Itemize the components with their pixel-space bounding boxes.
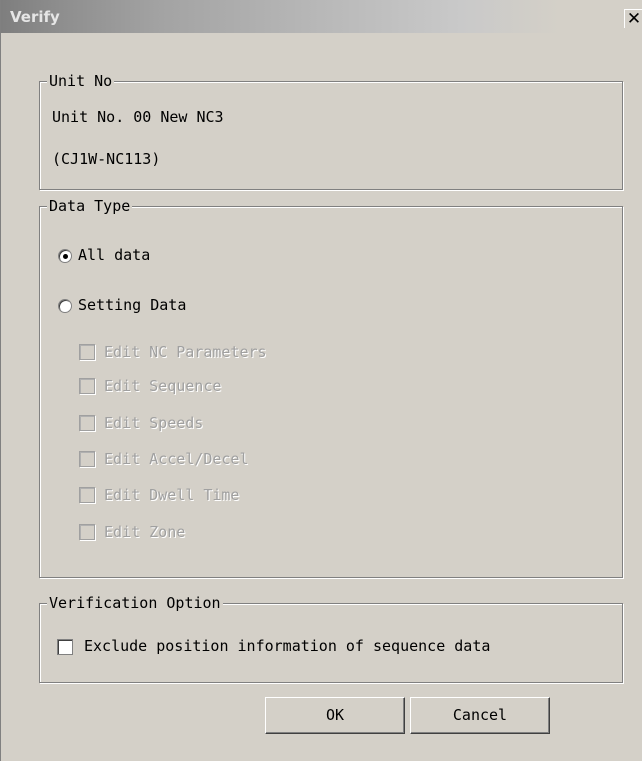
unit-no-group-border <box>39 81 623 190</box>
ok-button[interactable]: OK <box>265 697 405 734</box>
all-data-radio[interactable] <box>58 249 72 263</box>
exclude-position-checkbox[interactable] <box>57 639 73 655</box>
unit-no-group: Unit No Unit No. 00 New NC3 (CJ1W-NC113) <box>39 72 623 190</box>
verification-option-group: Verification Option Exclude position inf… <box>39 594 623 683</box>
edit-nc-parameters-label: Edit NC Parameters <box>104 343 267 361</box>
edit-sequence-label: Edit Sequence <box>104 377 222 395</box>
verify-dialog: Verify ✕ Unit No Unit No. 00 New NC3 (CJ… <box>0 0 642 761</box>
all-data-label[interactable]: All data <box>78 246 150 264</box>
edit-sequence-checkbox[interactable] <box>79 378 95 394</box>
edit-dwell-time-checkbox[interactable] <box>79 487 95 503</box>
edit-nc-parameters-checkbox[interactable] <box>79 344 95 360</box>
edit-accel-decel-checkbox[interactable] <box>79 451 95 467</box>
setting-data-label[interactable]: Setting Data <box>78 296 186 314</box>
close-icon[interactable]: ✕ <box>624 9 642 28</box>
title-bar[interactable]: Verify ✕ <box>1 0 642 33</box>
edit-accel-decel-label: Edit Accel/Decel <box>104 450 249 468</box>
edit-zone-checkbox[interactable] <box>79 524 95 540</box>
unit-name: Unit No. 00 New NC3 <box>52 108 224 126</box>
cancel-button[interactable]: Cancel <box>410 697 550 734</box>
window-title: Verify <box>10 8 60 26</box>
unit-model: (CJ1W-NC113) <box>52 150 161 168</box>
radio-selected-dot <box>63 254 68 259</box>
edit-zone-label: Edit Zone <box>104 523 186 541</box>
edit-speeds-label: Edit Speeds <box>104 414 204 432</box>
exclude-position-label[interactable]: Exclude position information of sequence… <box>84 637 490 655</box>
setting-data-radio[interactable] <box>58 299 72 313</box>
unit-no-legend: Unit No <box>47 72 115 90</box>
edit-dwell-time-label: Edit Dwell Time <box>104 486 240 504</box>
verification-option-legend: Verification Option <box>47 594 223 612</box>
data-type-legend: Data Type <box>47 197 133 215</box>
data-type-group: Data Type All data Setting Data Edit NC … <box>39 197 623 578</box>
edit-speeds-checkbox[interactable] <box>79 415 95 431</box>
